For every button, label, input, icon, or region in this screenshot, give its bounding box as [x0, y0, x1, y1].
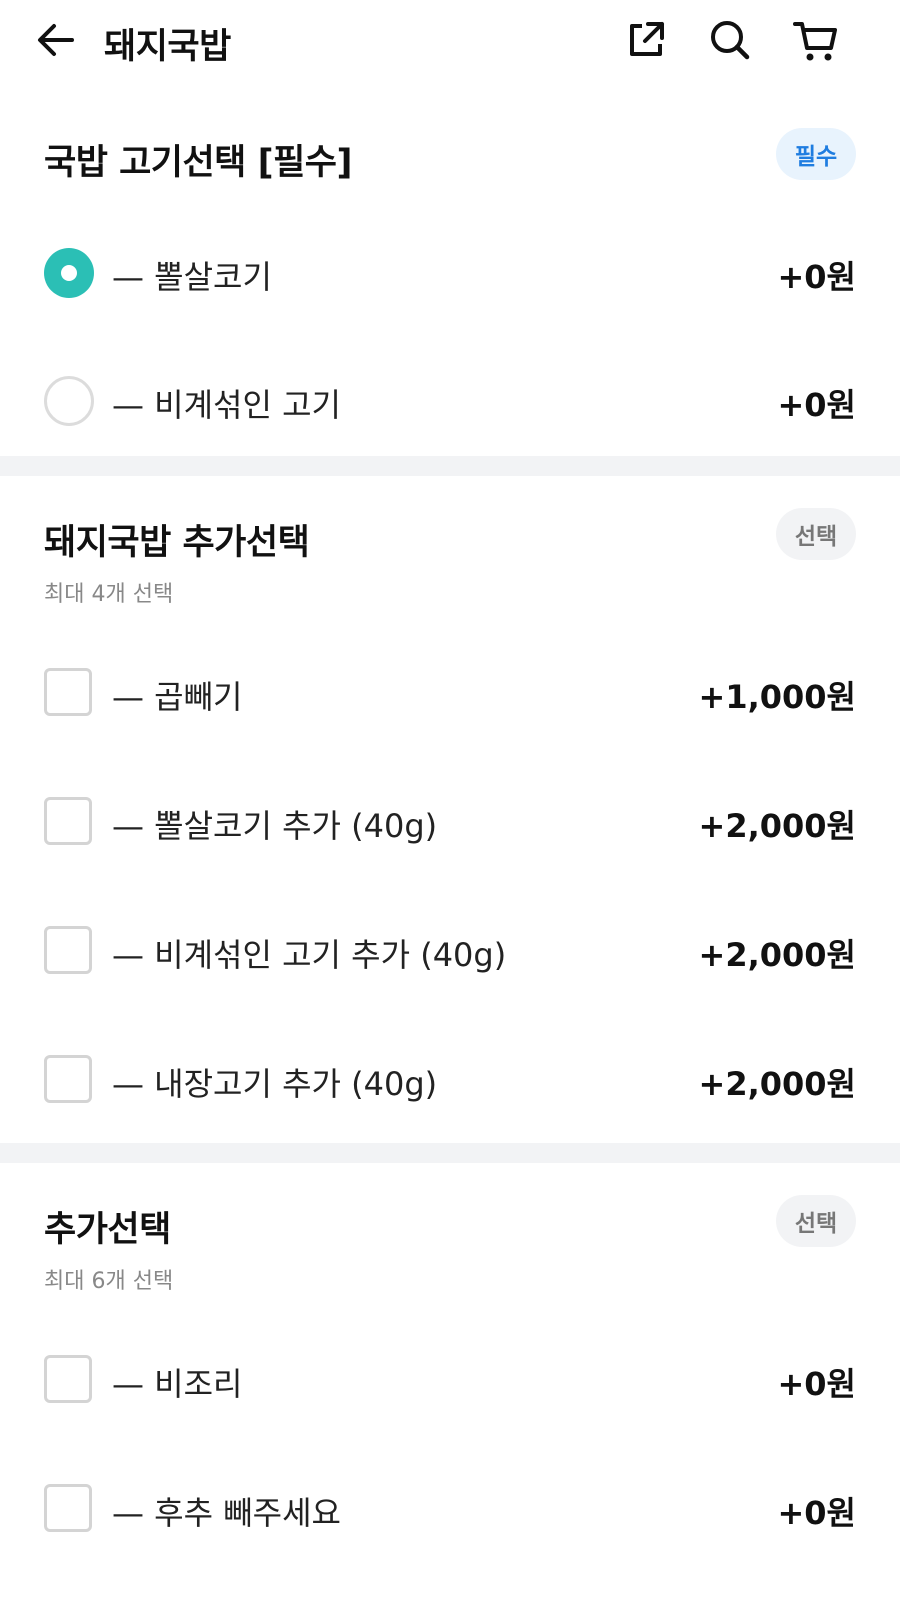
optional-badge: 선택 — [776, 508, 856, 560]
option-row-no-pepper[interactable]: — 후추 빼주세요 +0원 — [0, 1458, 900, 1558]
checkbox[interactable] — [44, 926, 92, 974]
option-label: — 뽈살코기 — [112, 258, 272, 296]
checkbox[interactable] — [44, 1055, 92, 1103]
share-icon — [630, 22, 664, 56]
optional-badge: 선택 — [776, 1195, 856, 1247]
option-price: +2,000원 — [698, 1065, 856, 1103]
section-title-extras: 추가선택 — [44, 1210, 171, 1250]
option-label: — 비조리 — [112, 1365, 243, 1403]
option-price: +2,000원 — [698, 936, 856, 974]
section-divider — [0, 1143, 900, 1163]
checkbox[interactable] — [44, 1484, 92, 1532]
option-row-large-portion[interactable]: — 곱빼기 +1,000원 — [0, 642, 900, 742]
radio-selected[interactable] — [44, 248, 94, 298]
option-label: — 뽈살코기 추가 (40g) — [112, 807, 438, 845]
option-price: +2,000원 — [698, 807, 856, 845]
option-price: +0원 — [777, 1365, 856, 1403]
radio-dot — [61, 265, 77, 281]
cart-icon — [793, 22, 837, 61]
radio-unselected[interactable] — [44, 376, 94, 426]
option-label: — 비계섞인 고기 추가 (40g) — [112, 936, 507, 974]
option-row-offal-extra[interactable]: — 내장고기 추가 (40g) +2,000원 — [0, 1029, 900, 1129]
section-divider — [0, 456, 900, 476]
option-label: — 내장고기 추가 (40g) — [112, 1065, 438, 1103]
option-price: +1,000원 — [698, 678, 856, 716]
search-button[interactable] — [706, 16, 754, 64]
max-select-hint: 최대 4개 선택 — [44, 582, 174, 607]
option-row-fatty-meat-extra[interactable]: — 비계섞인 고기 추가 (40g) +2,000원 — [0, 900, 900, 1000]
option-label: — 곱빼기 — [112, 678, 243, 716]
section-title-meat: 국밥 고기선택 [필수] — [44, 143, 352, 183]
option-row-lean-meat-extra[interactable]: — 뽈살코기 추가 (40g) +2,000원 — [0, 771, 900, 871]
option-row-uncooked[interactable]: — 비조리 +0원 — [0, 1329, 900, 1429]
option-row-meat-lean[interactable]: — 뽈살코기 +0원 — [0, 222, 900, 322]
cart-button[interactable] — [792, 16, 840, 64]
share-button[interactable] — [622, 16, 670, 64]
search-icon — [711, 21, 750, 60]
checkbox[interactable] — [44, 797, 92, 845]
checkbox[interactable] — [44, 668, 92, 716]
option-price: +0원 — [777, 386, 856, 424]
option-row-meat-fatty[interactable]: — 비계섞인 고기 +0원 — [0, 350, 900, 450]
back-arrow-icon — [38, 24, 74, 56]
option-price: +0원 — [777, 1494, 856, 1532]
option-price: +0원 — [777, 258, 856, 296]
page-title: 돼지국밥 — [104, 27, 231, 67]
checkbox[interactable] — [44, 1355, 92, 1403]
section-title-gukbap-addons: 돼지국밥 추가선택 — [44, 523, 310, 563]
option-label: — 후추 빼주세요 — [112, 1494, 341, 1532]
option-label: — 비계섞인 고기 — [112, 386, 341, 424]
back-button[interactable] — [32, 16, 80, 64]
max-select-hint: 최대 6개 선택 — [44, 1269, 174, 1294]
required-badge: 필수 — [776, 128, 856, 180]
